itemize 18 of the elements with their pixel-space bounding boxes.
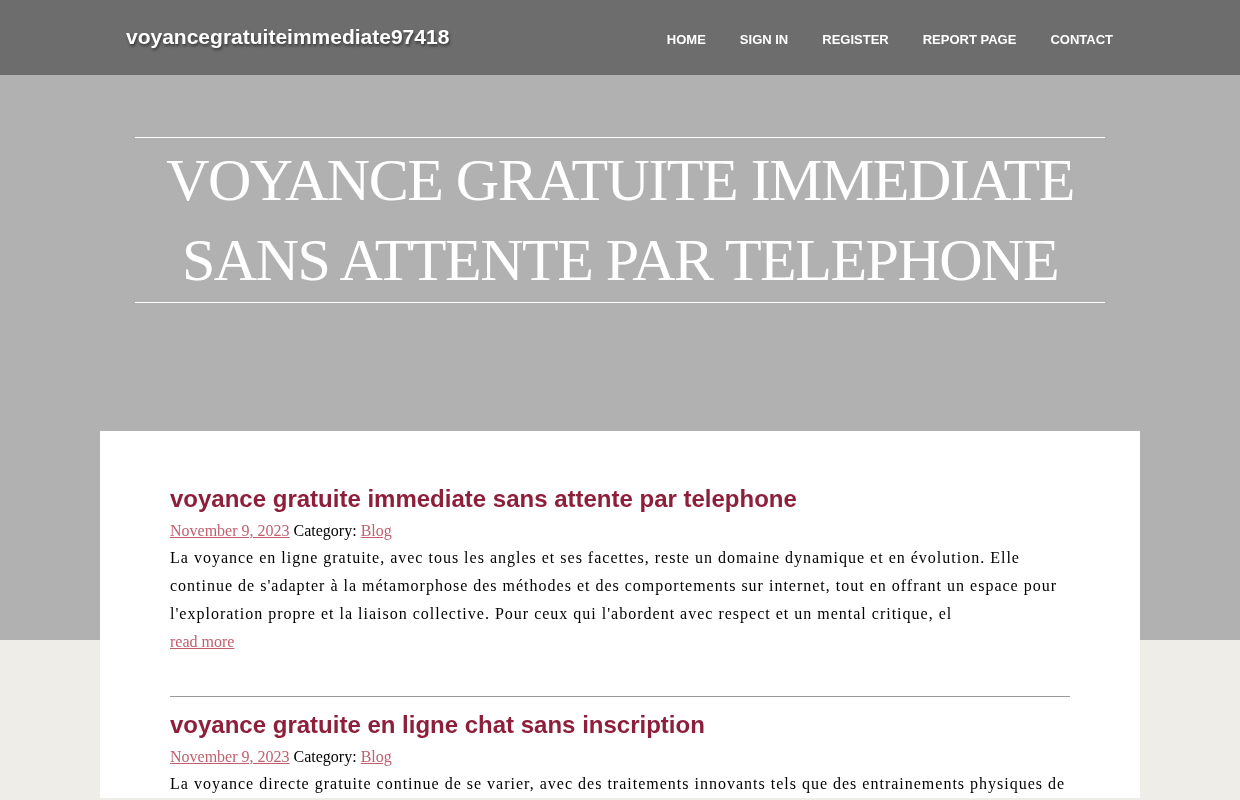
nav-link[interactable]: SIGN IN	[739, 30, 789, 50]
category-label: Category:	[293, 748, 357, 765]
nav-link[interactable]: REPORT PAGE	[922, 30, 1017, 50]
post-excerpt: La voyance en ligne gratuite, avec tous les angles et ses facettes, reste un domaine dynamique et en évolution. Elle continue de s'adapter à la métamorphose des méthodes et des comportements sur internet, tout en offrant un espace pour l'exploration propre et la liaison collective. Pour ceux qui l'abordent avec respect et un mental critique, el	[170, 548, 1058, 625]
post-title[interactable]: voyance gratuite immediate sans attente par telephone	[170, 481, 1070, 517]
category-link[interactable]: Blog	[360, 748, 392, 765]
hero-title: VOYANCE GRATUITE IMMEDIATE SANS ATTENTE PAR TELEPHONE	[135, 137, 1105, 303]
nav-link[interactable]: REGISTER	[822, 30, 889, 50]
read-more-link[interactable]: read more	[170, 628, 235, 656]
site-title[interactable]: voyancegratuiteimmediate97418	[126, 21, 450, 53]
category-link[interactable]: Blog	[360, 522, 392, 539]
post-date-link[interactable]: November 9, 2023	[170, 522, 290, 539]
post-excerpt: La voyance directe gratuite continue de se varier, avec des traitements innovants tels que des entrainements physiques de	[170, 774, 1067, 795]
post-date-link[interactable]: November 9, 2023	[170, 748, 290, 765]
nav-link[interactable]: CONTACT	[1050, 30, 1113, 50]
post-title[interactable]: voyance gratuite en ligne chat sans inscription	[170, 707, 1070, 743]
nav-link[interactable]: HOME	[666, 30, 706, 50]
category-label: Category:	[293, 522, 357, 539]
